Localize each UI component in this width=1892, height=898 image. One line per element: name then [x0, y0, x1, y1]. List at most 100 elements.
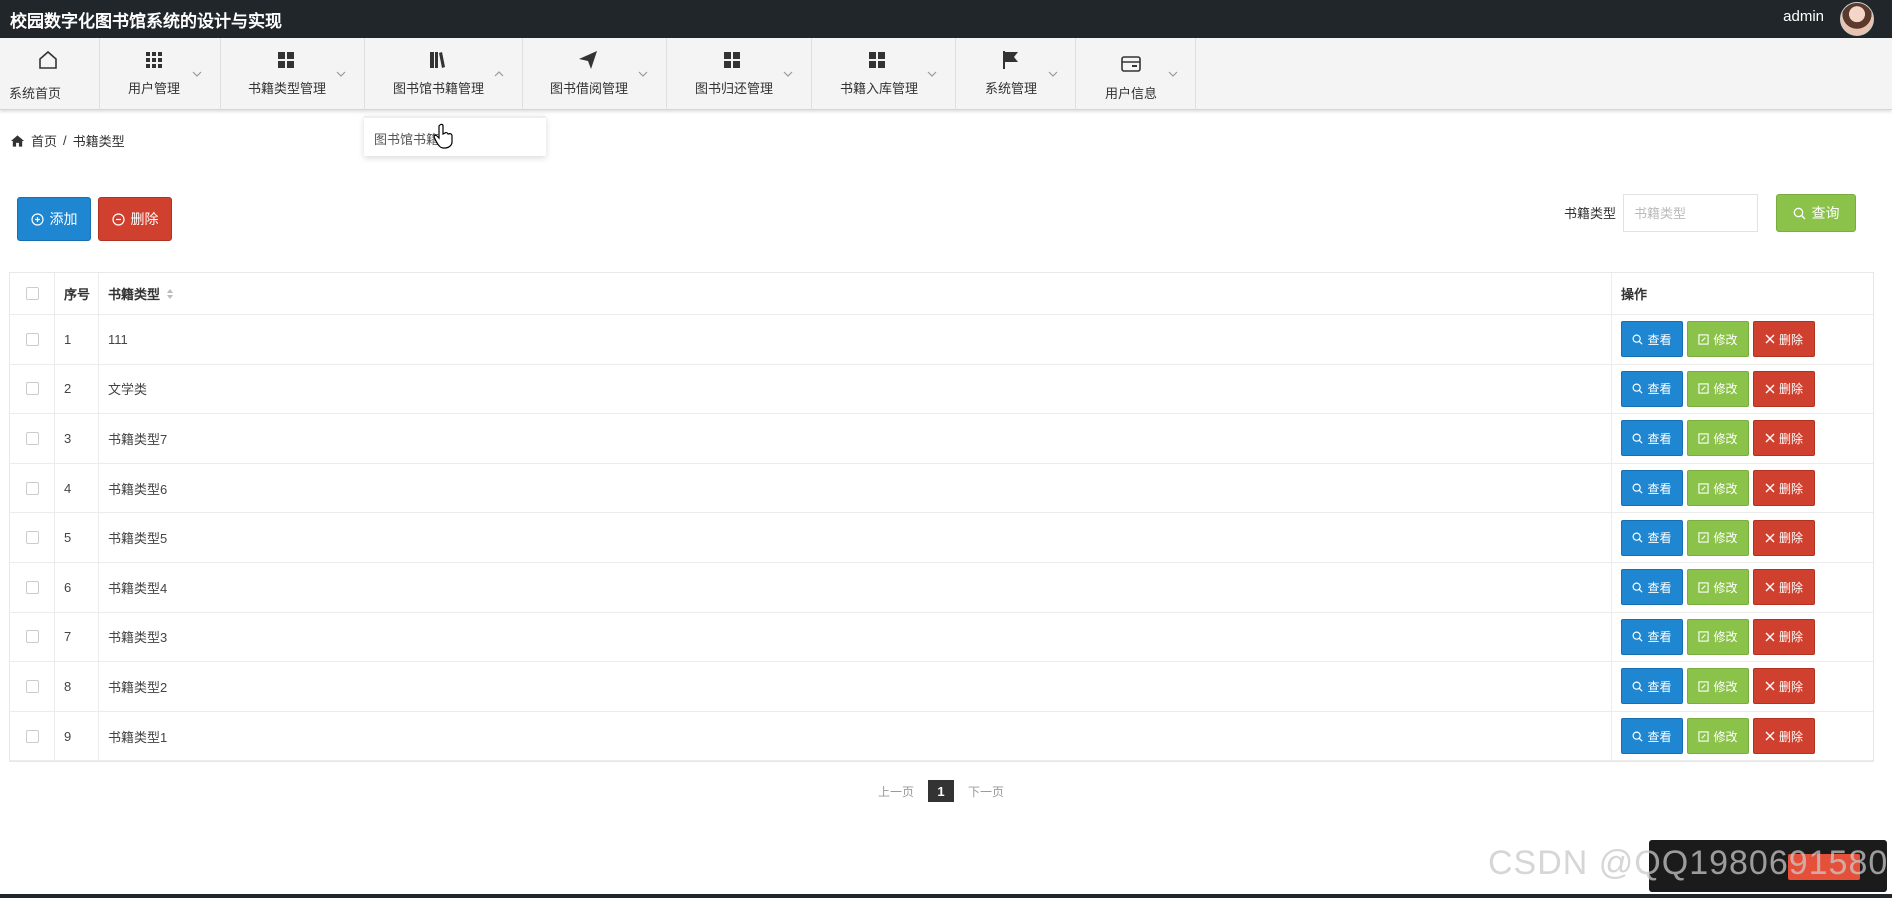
close-icon — [1765, 533, 1775, 543]
view-button[interactable]: 查看 — [1621, 569, 1683, 606]
edit-button[interactable]: 修改 — [1687, 519, 1749, 556]
row-type: 文学类 — [99, 364, 1612, 414]
query-button[interactable]: 查询 — [1776, 194, 1856, 232]
user-name[interactable]: admin — [1783, 8, 1824, 25]
edit-button[interactable]: 修改 — [1687, 321, 1749, 358]
row-delete-button-label: 删除 — [1778, 729, 1803, 744]
nav-label: 用户信息 — [1105, 86, 1158, 101]
view-button[interactable]: 查看 — [1621, 618, 1683, 655]
nav-label: 图书馆书籍管理 — [393, 81, 485, 96]
row-delete-button[interactable]: 删除 — [1753, 569, 1815, 606]
edit-button[interactable]: 修改 — [1687, 370, 1749, 407]
view-button[interactable]: 查看 — [1621, 420, 1683, 457]
search-input[interactable] — [1623, 194, 1758, 232]
next-page[interactable]: 下一页 — [968, 783, 1004, 800]
edit-button[interactable]: 修改 — [1687, 420, 1749, 457]
view-button[interactable]: 查看 — [1621, 321, 1683, 358]
view-button-label: 查看 — [1647, 481, 1672, 496]
edit-button[interactable]: 修改 — [1687, 470, 1749, 507]
row-select-cell — [10, 612, 55, 662]
row-type: 书籍类型1 — [99, 711, 1612, 761]
nav-item-book-type-management[interactable]: 书籍类型管理 — [221, 38, 365, 110]
select-all-checkbox[interactable] — [25, 287, 39, 300]
avatar[interactable] — [1840, 2, 1874, 36]
row-checkbox[interactable] — [25, 382, 39, 396]
table-row: 1 111 查看 修改 删除 — [10, 315, 1873, 365]
chevron-down-icon — [783, 71, 793, 77]
edit-button[interactable]: 修改 — [1687, 718, 1749, 755]
home-icon — [10, 134, 25, 147]
edit-button[interactable]: 修改 — [1687, 618, 1749, 655]
nav-item-borrow-management[interactable]: 图书借阅管理 — [523, 38, 667, 110]
view-button[interactable]: 查看 — [1621, 470, 1683, 507]
watermark: CSDN @QQ1980691580 — [1488, 844, 1889, 882]
nav-item-user-info[interactable]: 用户信息 — [1076, 38, 1196, 110]
add-button[interactable]: 添加 — [17, 197, 91, 241]
breadcrumb-current: 书籍类型 — [72, 134, 125, 149]
dropdown-item-library-books[interactable]: 图书馆书籍 — [374, 129, 439, 148]
nav-item-home[interactable]: 系统首页 — [0, 38, 100, 110]
row-delete-button[interactable]: 删除 — [1753, 420, 1815, 457]
view-button[interactable]: 查看 — [1621, 668, 1683, 705]
search-icon — [1632, 681, 1644, 692]
row-delete-button[interactable]: 删除 — [1753, 321, 1815, 358]
breadcrumb-home[interactable]: 首页 — [31, 131, 57, 150]
nav-item-stock-in-management[interactable]: 书籍入库管理 — [812, 38, 956, 110]
row-index: 3 — [55, 414, 99, 463]
book-icon — [430, 52, 445, 68]
search-icon — [1632, 433, 1644, 444]
row-type: 书籍类型5 — [99, 513, 1612, 562]
row-ops: 查看 修改 删除 — [1612, 513, 1875, 562]
view-button[interactable]: 查看 — [1621, 718, 1683, 755]
view-button[interactable]: 查看 — [1621, 370, 1683, 407]
nav-label: 图书借阅管理 — [550, 81, 629, 96]
row-ops: 查看 修改 删除 — [1612, 563, 1875, 612]
delete-button-label: 删除 — [130, 211, 159, 227]
edit-button[interactable]: 修改 — [1687, 668, 1749, 705]
row-delete-button[interactable]: 删除 — [1753, 668, 1815, 705]
row-checkbox[interactable] — [25, 580, 39, 594]
nav-label: 书籍入库管理 — [840, 81, 919, 96]
row-delete-button[interactable]: 删除 — [1753, 718, 1815, 755]
header-type[interactable]: 书籍类型 — [99, 273, 1612, 314]
row-delete-button[interactable]: 删除 — [1753, 470, 1815, 507]
row-checkbox[interactable] — [25, 630, 39, 644]
nav-item-library-book-management[interactable]: 图书馆书籍管理 — [365, 38, 523, 110]
nav-label: 系统管理 — [985, 81, 1038, 96]
view-button[interactable]: 查看 — [1621, 519, 1683, 556]
search-icon — [1632, 631, 1644, 642]
page-number-current[interactable]: 1 — [928, 780, 955, 802]
edit-button-label: 修改 — [1713, 580, 1738, 595]
row-delete-button[interactable]: 删除 — [1753, 519, 1815, 556]
row-checkbox[interactable] — [25, 531, 39, 545]
row-checkbox[interactable] — [25, 431, 39, 445]
edit-button[interactable]: 修改 — [1687, 569, 1749, 606]
search-icon — [1632, 532, 1644, 543]
nav-item-system-management[interactable]: 系统管理 — [956, 38, 1076, 110]
view-button-label: 查看 — [1647, 531, 1672, 546]
delete-button[interactable]: 删除 — [98, 197, 172, 241]
row-checkbox[interactable] — [25, 332, 39, 346]
row-checkbox[interactable] — [25, 481, 39, 495]
close-icon — [1765, 483, 1775, 493]
row-delete-button-label: 删除 — [1778, 630, 1803, 645]
row-delete-button-label: 删除 — [1778, 679, 1803, 694]
view-button-label: 查看 — [1647, 382, 1672, 397]
row-delete-button[interactable]: 删除 — [1753, 618, 1815, 655]
chevron-down-icon — [927, 71, 937, 77]
prev-page[interactable]: 上一页 — [878, 783, 914, 800]
nav-item-user-management[interactable]: 用户管理 — [100, 38, 221, 110]
table-row: 2 文学类 查看 修改 删除 — [10, 364, 1873, 415]
row-type: 书籍类型3 — [99, 612, 1612, 662]
chevron-up-icon — [494, 71, 504, 77]
row-delete-button[interactable]: 删除 — [1753, 370, 1815, 407]
row-delete-button-label: 删除 — [1778, 531, 1803, 546]
edit-icon — [1698, 482, 1710, 494]
row-checkbox[interactable] — [25, 679, 39, 693]
row-index: 5 — [55, 513, 99, 562]
apps-icon — [869, 52, 885, 68]
search-label: 书籍类型 — [1564, 206, 1617, 221]
nav-item-return-management[interactable]: 图书归还管理 — [667, 38, 812, 110]
pagination: 上一页 1 下一页 — [878, 780, 1004, 802]
row-checkbox[interactable] — [25, 729, 39, 743]
